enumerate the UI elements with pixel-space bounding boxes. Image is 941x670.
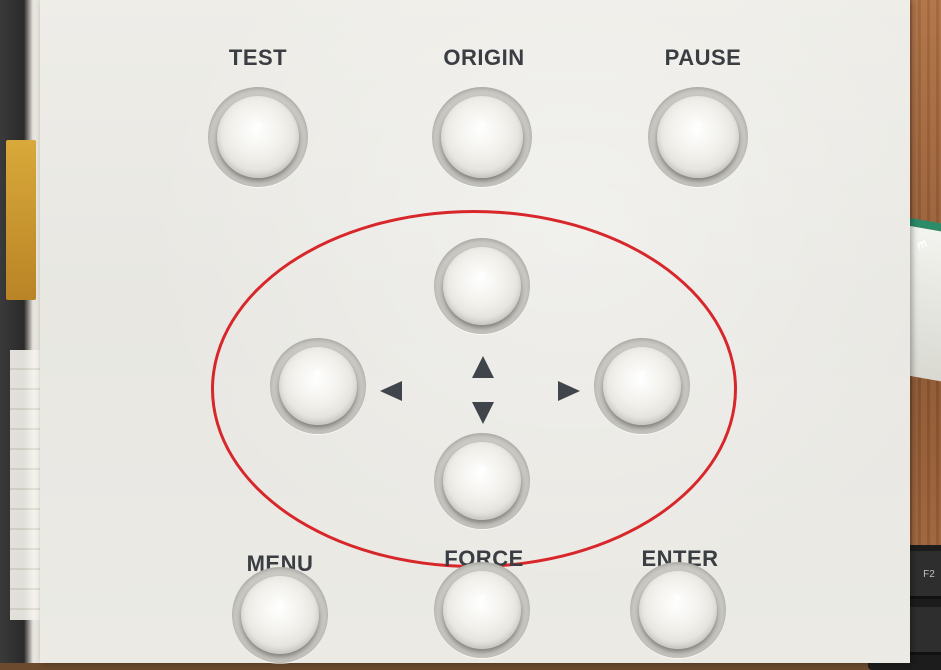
menu-button[interactable] — [232, 567, 328, 663]
button-glint — [480, 467, 484, 472]
button-glint — [480, 123, 484, 127]
label-pause: PAUSE — [664, 45, 742, 70]
button-glint — [640, 372, 644, 377]
pause-button[interactable] — [648, 87, 748, 187]
label-test: TEST — [228, 45, 288, 70]
left-button[interactable] — [270, 338, 366, 434]
button-glint — [278, 601, 282, 606]
keyboard-key-f2[interactable]: F2 — [906, 551, 941, 599]
button-glint — [256, 123, 260, 127]
button-glint — [676, 596, 680, 601]
down-button[interactable] — [434, 433, 530, 529]
triangle-up-icon — [472, 356, 494, 378]
force-button[interactable] — [434, 562, 530, 658]
yellow-part — [6, 140, 36, 300]
button-glint — [696, 123, 700, 127]
origin-button[interactable] — [432, 87, 532, 187]
triangle-down-icon — [472, 402, 494, 424]
button-glint — [480, 596, 484, 601]
keyboard-key[interactable] — [906, 607, 941, 655]
triangle-right-icon — [558, 381, 580, 401]
label-origin: ORIGIN — [443, 45, 525, 70]
enter-button[interactable] — [630, 562, 726, 658]
button-glint — [316, 372, 320, 377]
right-button[interactable] — [594, 338, 690, 434]
triangle-left-icon — [380, 381, 402, 401]
button-glint — [480, 272, 484, 277]
test-button[interactable] — [208, 87, 308, 187]
up-button[interactable] — [434, 238, 530, 334]
